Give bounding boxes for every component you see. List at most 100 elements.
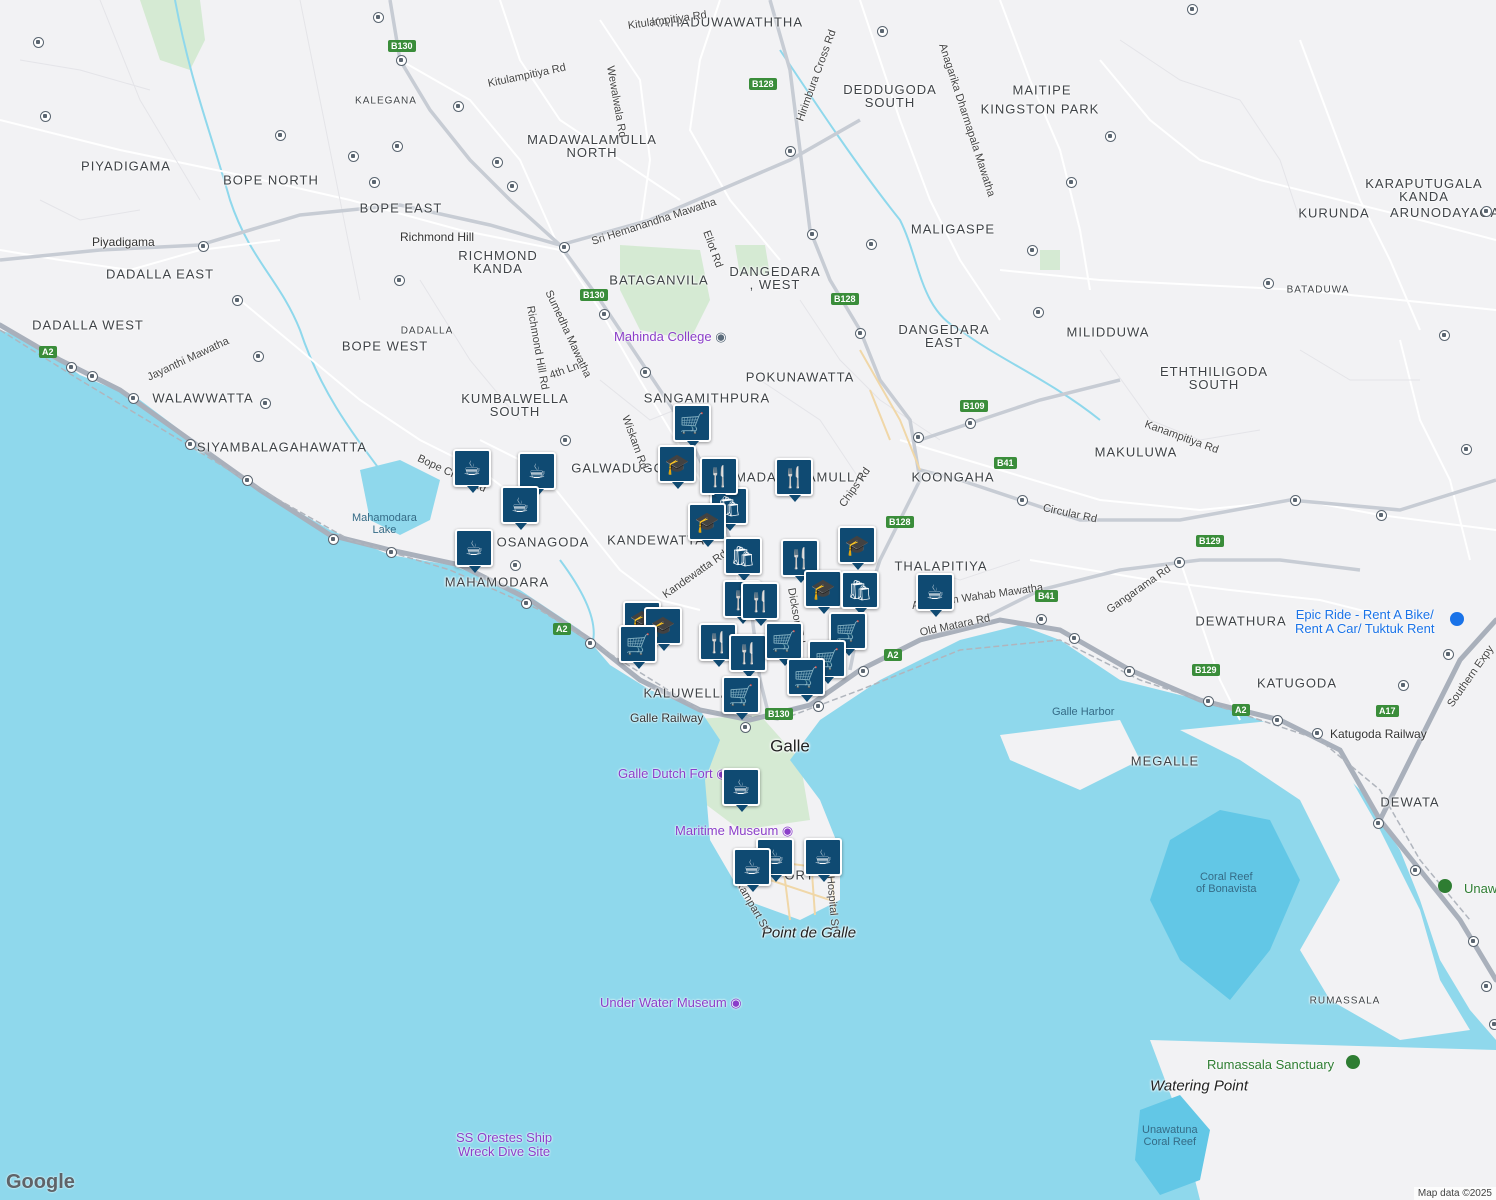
restaurant-icon[interactable]: 🍴 [775, 458, 813, 502]
bus-stop-icon[interactable] [1376, 510, 1387, 521]
bus-stop-icon[interactable] [260, 398, 271, 409]
bus-stop-icon[interactable] [1312, 728, 1323, 739]
bus-stop-icon[interactable] [87, 371, 98, 382]
bus-stop-icon[interactable] [521, 598, 532, 609]
bus-stop-icon[interactable] [877, 26, 888, 37]
bus-stop-icon[interactable] [1203, 696, 1214, 707]
bus-stop-icon[interactable] [1124, 666, 1135, 677]
bus-stop-icon[interactable] [858, 666, 869, 677]
school-icon[interactable]: 🎓 [658, 445, 696, 489]
bus-stop-icon[interactable] [232, 295, 243, 306]
bus-stop-icon[interactable] [386, 547, 397, 558]
poi-label[interactable]: Galle Dutch Fort ◉ [618, 766, 728, 782]
transit-label[interactable]: Katugoda Railway [1330, 727, 1427, 741]
bus-stop-icon[interactable] [185, 439, 196, 450]
bus-stop-icon[interactable] [1443, 649, 1454, 660]
school-icon[interactable]: 🎓 [688, 503, 726, 547]
bus-stop-icon[interactable] [1481, 981, 1492, 992]
poi-label[interactable]: Maritime Museum ◉ [675, 823, 793, 839]
bus-stop-icon[interactable] [1174, 557, 1185, 568]
bus-stop-icon[interactable] [1481, 206, 1492, 217]
bus-stop-icon[interactable] [40, 111, 51, 122]
bus-stop-icon[interactable] [1461, 444, 1472, 455]
bus-stop-icon[interactable] [1187, 4, 1198, 15]
bus-stop-icon[interactable] [198, 241, 209, 252]
poi-label[interactable]: Rumassala Sanctuary [1207, 1057, 1334, 1072]
coffee-cup-icon[interactable]: ☕ [453, 449, 491, 493]
map-attribution[interactable]: Map data ©2025 [1413, 1187, 1496, 1200]
bus-stop-icon[interactable] [492, 157, 503, 168]
bus-stop-icon[interactable] [740, 722, 751, 733]
shopping-cart-icon[interactable]: 🛒 [673, 404, 711, 448]
bus-stop-icon[interactable] [394, 275, 405, 286]
bus-stop-icon[interactable] [866, 239, 877, 250]
bus-stop-icon[interactable] [1066, 177, 1077, 188]
bus-stop-icon[interactable] [1033, 307, 1044, 318]
poi-label[interactable]: SS Orestes Ship Wreck Dive Site [456, 1131, 552, 1159]
bus-stop-icon[interactable] [1069, 633, 1080, 644]
school-icon[interactable]: 🎓 [838, 526, 876, 570]
bus-stop-icon[interactable] [1290, 495, 1301, 506]
shopping-bag-icon[interactable]: 🛍 [841, 571, 879, 615]
coffee-cup-icon[interactable]: ☕ [804, 838, 842, 882]
bus-stop-icon[interactable] [785, 146, 796, 157]
bus-stop-icon[interactable] [242, 475, 253, 486]
bus-stop-icon[interactable] [1036, 614, 1047, 625]
transit-label[interactable]: Piyadigama [92, 235, 155, 249]
bus-stop-icon[interactable] [348, 151, 359, 162]
shopping-cart-icon[interactable]: 🛒 [722, 676, 760, 720]
bus-stop-icon[interactable] [807, 229, 818, 240]
bus-stop-icon[interactable] [373, 12, 384, 23]
bus-stop-icon[interactable] [559, 242, 570, 253]
bus-stop-icon[interactable] [1263, 278, 1274, 289]
airplane-icon[interactable] [1450, 612, 1464, 626]
bus-stop-icon[interactable] [585, 638, 596, 649]
coffee-cup-icon[interactable]: ☕ [518, 452, 556, 496]
coffee-cup-icon[interactable]: ☕ [916, 573, 954, 617]
bus-stop-icon[interactable] [1398, 680, 1409, 691]
bus-stop-icon[interactable] [510, 560, 521, 571]
bus-stop-icon[interactable] [640, 367, 651, 378]
bus-stop-icon[interactable] [965, 418, 976, 429]
restaurant-icon[interactable]: 🍴 [700, 457, 738, 501]
bus-stop-icon[interactable] [1373, 818, 1384, 829]
coffee-cup-icon[interactable]: ☕ [722, 768, 760, 812]
bus-stop-icon[interactable] [855, 328, 866, 339]
poi-label[interactable]: Under Water Museum ◉ [600, 995, 742, 1011]
bus-stop-icon[interactable] [1105, 131, 1116, 142]
bus-stop-icon[interactable] [1410, 865, 1421, 876]
poi-label[interactable]: Unawatuna [1464, 881, 1496, 896]
poi-label[interactable]: Epic Ride - Rent A Bike/ Rent A Car/ Tuk… [1295, 608, 1434, 636]
coffee-cup-icon[interactable]: ☕ [501, 486, 539, 530]
bus-stop-icon[interactable] [369, 177, 380, 188]
bus-stop-icon[interactable] [1017, 495, 1028, 506]
bus-stop-icon[interactable] [453, 101, 464, 112]
coffee-cup-icon[interactable]: ☕ [733, 848, 771, 892]
bus-stop-icon[interactable] [392, 141, 403, 152]
bus-stop-icon[interactable] [813, 701, 824, 712]
shopping-cart-icon[interactable]: 🛒 [619, 625, 657, 669]
bus-stop-icon[interactable] [1489, 1019, 1496, 1030]
bus-stop-icon[interactable] [1439, 330, 1450, 341]
bus-stop-icon[interactable] [507, 181, 518, 192]
coffee-cup-icon[interactable]: ☕ [455, 529, 493, 573]
bus-stop-icon[interactable] [396, 55, 407, 66]
tree-icon[interactable] [1346, 1055, 1360, 1069]
park-icon[interactable] [1438, 879, 1452, 893]
bus-stop-icon[interactable] [66, 362, 77, 373]
school-icon[interactable]: 🎓 [804, 570, 842, 614]
bus-stop-icon[interactable] [253, 351, 264, 362]
shopping-cart-icon[interactable]: 🛒 [787, 658, 825, 702]
restaurant-icon[interactable]: 🍴 [729, 634, 767, 678]
bus-stop-icon[interactable] [275, 130, 286, 141]
bus-stop-icon[interactable] [1468, 936, 1479, 947]
bus-stop-icon[interactable] [1027, 245, 1038, 256]
bus-stop-icon[interactable] [599, 309, 610, 320]
bus-stop-icon[interactable] [128, 393, 139, 404]
bus-stop-icon[interactable] [913, 432, 924, 443]
bus-stop-icon[interactable] [33, 37, 44, 48]
restaurant-icon[interactable]: 🍴 [741, 582, 779, 626]
transit-label[interactable]: Galle Railway [630, 711, 703, 725]
poi-label[interactable]: Mahinda College ◉ [614, 329, 727, 345]
bus-stop-icon[interactable] [560, 435, 571, 446]
